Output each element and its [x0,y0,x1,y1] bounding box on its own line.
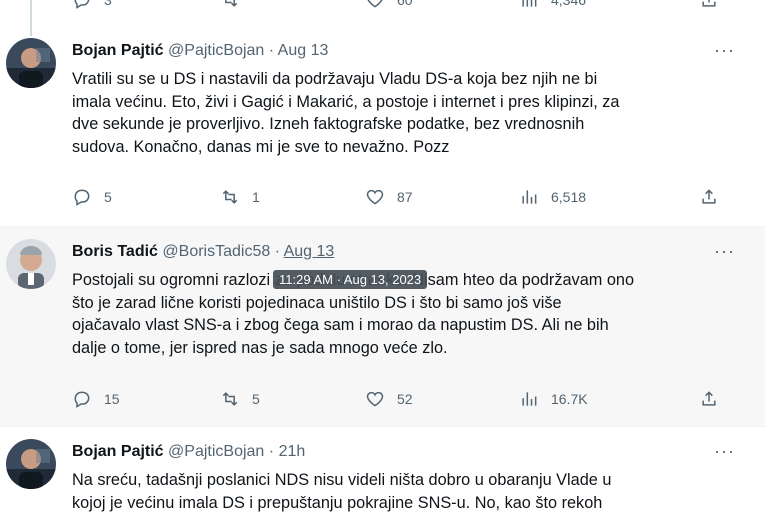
more-options-icon[interactable]: ··· [714,241,735,262]
display-name[interactable]: Bojan Pajtić [72,42,164,59]
heart-icon [365,0,385,10]
tweet-text: Vratili su se u DS i nastavili da podrža… [72,68,722,158]
more-options-icon[interactable]: ··· [714,441,735,462]
avatar-image [6,38,56,88]
tweet-text-line: što je zarad lične koristi pojedinaca un… [72,292,722,315]
share-icon [699,187,719,207]
avatar[interactable] [6,38,56,88]
avatar-image [6,439,56,489]
reply-icon [72,187,92,207]
separator-dot: · [269,443,274,460]
more-options-icon[interactable]: ··· [714,40,735,61]
tweet-date[interactable]: Aug 13 [284,243,335,260]
reply-button[interactable]: 15 [72,387,120,411]
avatar-image [6,239,56,289]
tweet-header: Boris Tadić @BorisTadic58 · Aug 13 [72,243,334,261]
reply-icon [72,0,92,10]
reply-icon [72,389,92,409]
heart-icon [365,389,385,409]
separator-dot: · [269,42,274,59]
reply-count: 5 [104,189,112,205]
tweet-actions: 15 5 52 16.7K [72,387,732,411]
tweet-text-line: dalje o tome, jer ispred nas je sada mno… [72,337,722,360]
views-icon [519,0,539,10]
share-icon [699,389,719,409]
tweet-text-line: imala većinu. Eto, živi i Gagić i Makari… [72,91,722,114]
views-icon [519,389,539,409]
like-count: 60 [397,0,413,8]
avatar[interactable] [6,439,56,489]
reply-count: 15 [104,391,120,407]
reply-button[interactable]: 3 [72,0,112,12]
reply-count: 3 [104,0,112,8]
retweet-count: 1 [252,189,260,205]
like-button[interactable]: 87 [365,185,413,209]
tweet-text: Na sreću, tadašnji poslanici NDS nisu vi… [72,469,722,514]
views-icon [519,187,539,207]
tweet[interactable]: Bojan Pajtić @PajticBojan · 21h ··· Na s… [0,427,765,510]
tweet-actions: 5 1 87 6,518 [72,185,732,209]
tweet-date[interactable]: 21h [279,443,306,460]
share-button[interactable] [699,185,719,209]
avatar[interactable] [6,239,56,289]
user-handle[interactable]: @BorisTadic58 [162,243,270,260]
tweet-text-line: ojačavalo vlast SNS-a i zbog čega sam i … [72,314,722,337]
retweet-button[interactable]: 5 [220,387,260,411]
tweet[interactable]: Bojan Pajtić @PajticBojan · Aug 13 ··· V… [0,28,765,226]
like-button[interactable]: 60 [365,0,413,12]
display-name[interactable]: Boris Tadić [72,243,158,260]
like-count: 87 [397,189,413,205]
tweet-text-line: sudova. Konačno, danas mi je sve to neva… [72,136,722,159]
tweet-date[interactable]: Aug 13 [278,42,329,59]
share-icon [699,0,719,10]
retweet-icon [220,0,240,10]
like-button[interactable]: 52 [365,387,413,411]
views-button[interactable]: 6,518 [519,185,586,209]
reply-button[interactable]: 5 [72,185,112,209]
retweet-icon [220,389,240,409]
tweet-text-line: Na sreću, tadašnji poslanici NDS nisu vi… [72,469,722,492]
views-count: 4,346 [551,0,586,8]
views-button[interactable]: 16.7K [519,387,588,411]
top-tweet-actions: 3 60 4,346 [72,0,732,12]
tweet-header: Bojan Pajtić @PajticBojan · Aug 13 [72,42,328,60]
tweet-header: Bojan Pajtić @PajticBojan · 21h [72,443,305,461]
share-button[interactable] [699,0,719,12]
tweet[interactable]: Boris Tadić @BorisTadic58 · Aug 13 ··· P… [0,227,765,426]
views-count: 6,518 [551,189,586,205]
retweet-button[interactable] [220,0,240,12]
tweet-text-line: kojoj je većinu imala DS i prepuštanju p… [72,492,722,514]
user-handle[interactable]: @PajticBojan [168,42,264,59]
views-count: 16.7K [551,391,588,407]
retweet-icon [220,187,240,207]
tweet-text-line: dve sekunde je proverljivo. Izneh faktog… [72,113,722,136]
display-name[interactable]: Bojan Pajtić [72,443,164,460]
date-tooltip: 11:29 AM · Aug 13, 2023 [273,270,427,289]
user-handle[interactable]: @PajticBojan [168,443,264,460]
tweet-text-line: Vratili su se u DS i nastavili da podrža… [72,68,722,91]
like-count: 52 [397,391,413,407]
retweet-button[interactable]: 1 [220,185,260,209]
share-button[interactable] [699,387,719,411]
views-button[interactable]: 4,346 [519,0,586,12]
separator-dot: · [275,243,280,260]
retweet-count: 5 [252,391,260,407]
heart-icon [365,187,385,207]
